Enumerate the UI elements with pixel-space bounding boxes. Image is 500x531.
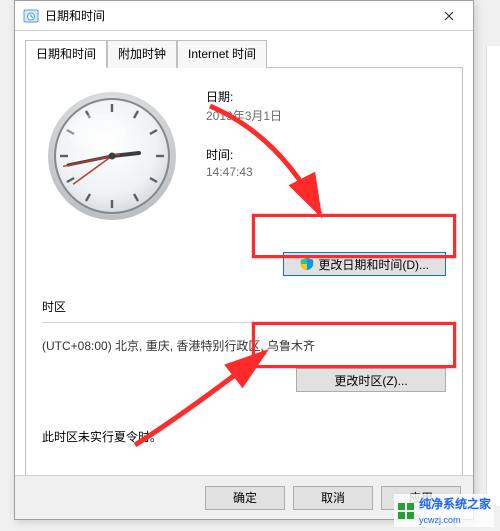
time-value: 14:47:43: [206, 165, 446, 179]
date-time-info: 日期: 2019年3月1日 时间: 14:47:43: [182, 86, 446, 226]
change-timezone-button[interactable]: 更改时区(Z)...: [296, 368, 446, 392]
watermark: 纯净系统之家 ycwzj.com: [394, 494, 494, 527]
time-label: 时间:: [206, 146, 446, 163]
titlebar: 日期和时间: [15, 1, 473, 31]
dst-note: 此时区未实行夏令时。: [42, 428, 446, 445]
change-date-time-label: 更改日期和时间(D)...: [318, 256, 429, 273]
cancel-button[interactable]: 取消: [293, 486, 373, 510]
date-time-dialog: 日期和时间 日期和时间 附加时钟 Internet 时间: [14, 0, 474, 520]
ok-button[interactable]: 确定: [205, 486, 285, 510]
analog-clock: [42, 86, 182, 226]
dialog-title: 日期和时间: [45, 7, 429, 24]
change-date-time-button[interactable]: 更改日期和时间(D)...: [283, 252, 446, 276]
clock-icon: [23, 8, 39, 24]
date-value: 2019年3月1日: [206, 107, 446, 124]
tab-internet-time[interactable]: Internet 时间: [177, 40, 267, 68]
shield-icon: [300, 257, 314, 271]
tab-strip: 日期和时间 附加时钟 Internet 时间: [25, 39, 463, 68]
tab-additional-clocks[interactable]: 附加时钟: [107, 40, 177, 68]
watermark-icon: [397, 502, 415, 520]
watermark-url: ycwzj.com: [419, 515, 461, 525]
change-timezone-label: 更改时区(Z)...: [334, 372, 407, 389]
close-button[interactable]: [429, 4, 469, 28]
tab-date-time[interactable]: 日期和时间: [25, 40, 107, 68]
watermark-brand: 纯净系统之家: [419, 497, 491, 511]
background-window-fragment: [486, 46, 500, 506]
date-label: 日期:: [206, 88, 446, 105]
divider: [42, 322, 446, 323]
timezone-value: (UTC+08:00) 北京, 重庆, 香港特别行政区, 乌鲁木齐: [42, 337, 446, 354]
tab-panel-date-time: 日期: 2019年3月1日 时间: 14:47:43 更改日期和时间(D)...: [25, 68, 463, 498]
timezone-section-label: 时区: [42, 298, 446, 315]
